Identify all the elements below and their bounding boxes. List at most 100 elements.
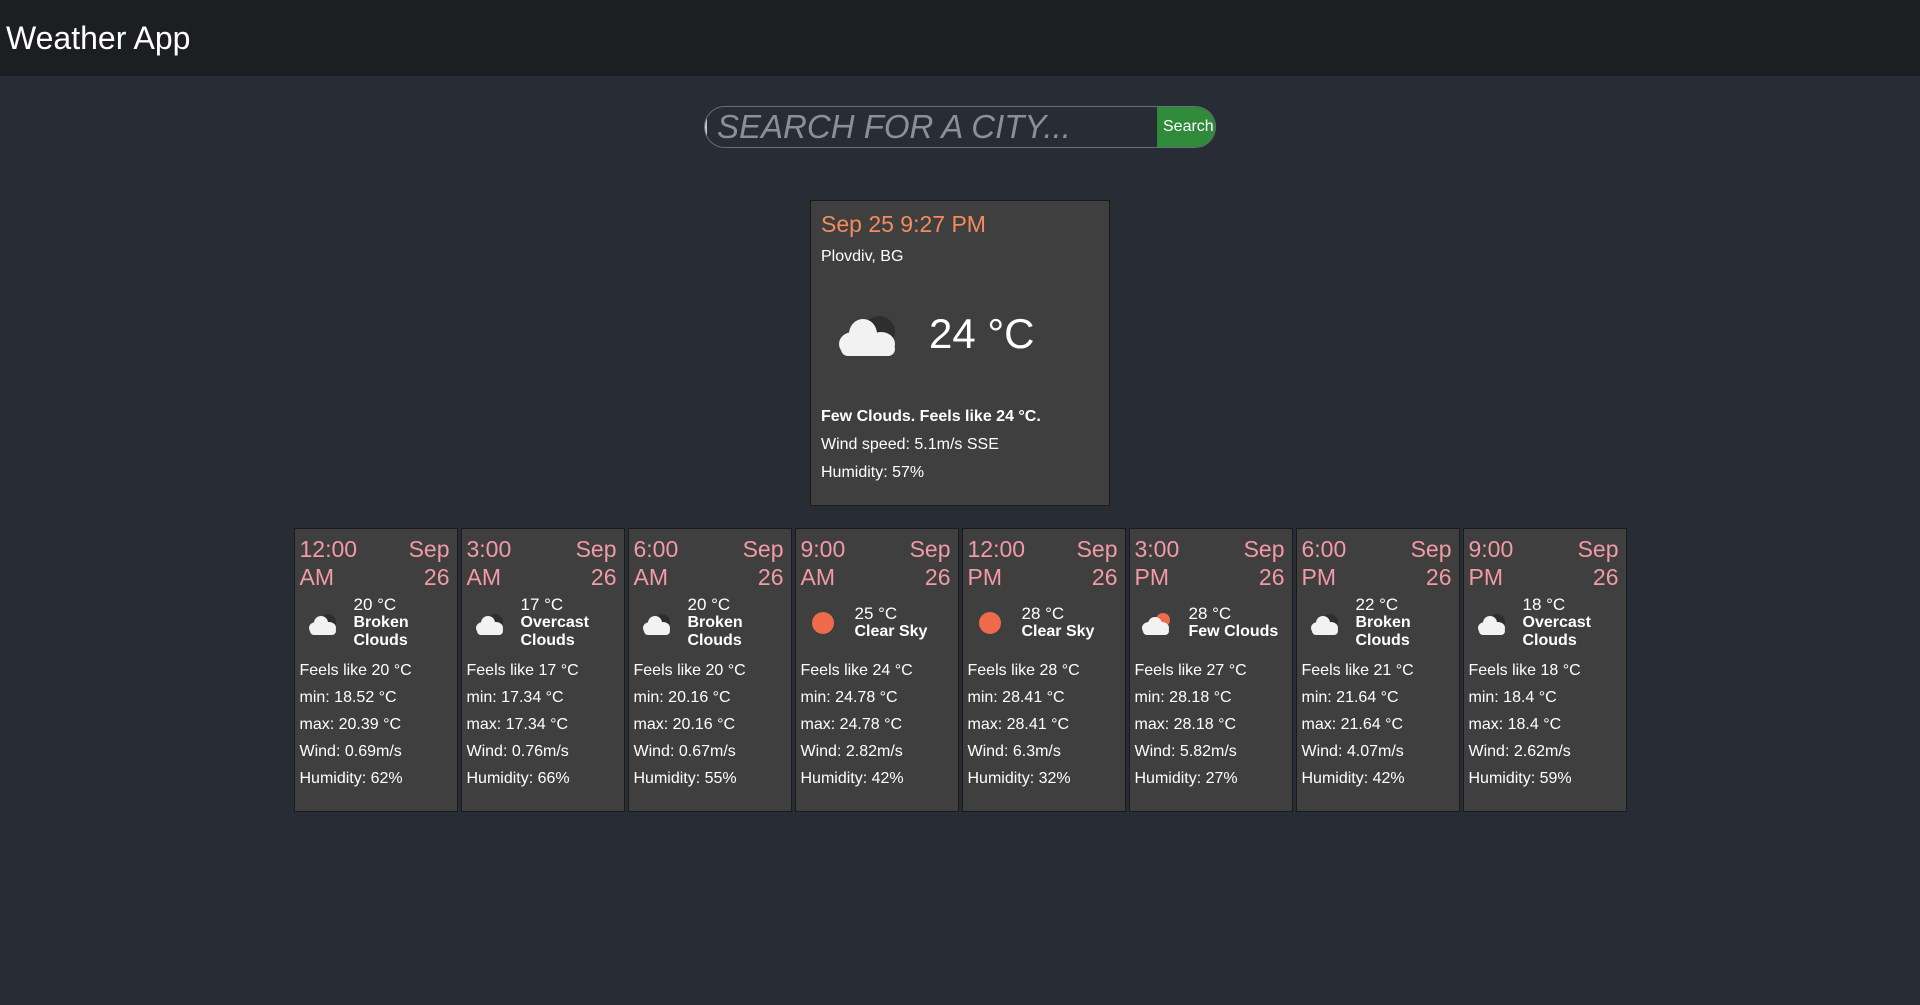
forecast-time: 9:00 AM — [800, 536, 846, 590]
forecast-date: Sep 26 — [742, 536, 784, 590]
cloud-icon — [300, 603, 344, 643]
forecast-temperature: 22 °C — [1355, 595, 1399, 614]
forecast-card: 3:00 PM Sep 26 28 °C Few Clouds Feels li… — [1128, 528, 1293, 812]
forecast-card-header: 9:00 PM Sep 26 — [1469, 535, 1621, 591]
cloud-icon — [1469, 603, 1513, 643]
forecast-card: 6:00 AM Sep 26 20 °C Broken Clouds Feels… — [627, 528, 792, 812]
forecast-min: min: 18.4 °C — [1468, 689, 1557, 706]
forecast-date: Sep 26 — [1076, 536, 1118, 590]
current-summary: Few Clouds. Feels like 24 °C. — [821, 408, 1041, 425]
search-bar: Search — [704, 106, 1216, 148]
forecast-humidity: Humidity: 59% — [1468, 770, 1572, 787]
forecast-description: Clear Sky — [1021, 623, 1095, 640]
forecast-time: 6:00 AM — [633, 536, 679, 590]
forecast-max: max: 20.16 °C — [633, 716, 736, 733]
forecast-min: min: 20.16 °C — [633, 689, 731, 706]
forecast-card: 9:00 PM Sep 26 18 °C Overcast Clouds Fee… — [1462, 528, 1627, 812]
forecast-temperature: 25 °C — [854, 604, 898, 623]
forecast-time: 12:00 AM — [299, 536, 358, 590]
forecast-min: min: 28.41 °C — [967, 689, 1065, 706]
forecast-summary: 17 °C Overcast Clouds — [467, 593, 619, 653]
forecast-card-header: 6:00 PM Sep 26 — [1302, 535, 1454, 591]
forecast-min: min: 24.78 °C — [800, 689, 898, 706]
forecast-card-header: 3:00 PM Sep 26 — [1135, 535, 1287, 591]
forecast-temperature: 28 °C — [1188, 604, 1232, 623]
cloud-icon — [467, 603, 511, 643]
forecast-date: Sep 26 — [575, 536, 617, 590]
forecast-feels-like: Feels like 17 °C — [466, 662, 579, 679]
forecast-summary: 20 °C Broken Clouds — [300, 593, 452, 653]
forecast-time: 12:00 PM — [967, 536, 1026, 590]
forecast-max: max: 21.64 °C — [1301, 716, 1404, 733]
current-location: Plovdiv, BG — [821, 248, 904, 265]
forecast-humidity: Humidity: 66% — [466, 770, 570, 787]
forecast-card-header: 9:00 AM Sep 26 — [801, 535, 953, 591]
forecast-humidity: Humidity: 42% — [800, 770, 904, 787]
forecast-feels-like: Feels like 21 °C — [1301, 662, 1414, 679]
forecast-time: 3:00 AM — [466, 536, 512, 590]
current-temperature: 24 °C — [929, 310, 1035, 357]
forecast-humidity: Humidity: 27% — [1134, 770, 1238, 787]
cloud-icon — [1302, 603, 1346, 643]
forecast-summary: 28 °C Clear Sky — [968, 593, 1120, 653]
search-input[interactable] — [705, 107, 1157, 147]
forecast-time: 3:00 PM — [1134, 536, 1180, 590]
forecast-temperature: 18 °C — [1522, 595, 1566, 614]
sun-cloud-icon — [1135, 603, 1179, 643]
cloud-icon — [634, 603, 678, 643]
forecast-card-header: 6:00 AM Sep 26 — [634, 535, 786, 591]
forecast-description: Overcast Clouds — [1522, 614, 1592, 649]
forecast-temperature: 28 °C — [1021, 604, 1065, 623]
forecast-max: max: 18.4 °C — [1468, 716, 1562, 733]
forecast-card-header: 12:00 PM Sep 26 — [968, 535, 1120, 591]
forecast-max: max: 17.34 °C — [466, 716, 569, 733]
forecast-card: 3:00 AM Sep 26 17 °C Overcast Clouds Fee… — [460, 528, 625, 812]
forecast-list: 12:00 AM Sep 26 20 °C Broken Clouds Feel… — [0, 528, 1920, 812]
forecast-date: Sep 26 — [1243, 536, 1285, 590]
forecast-description: Overcast Clouds — [520, 614, 590, 649]
current-wind: Wind speed: 5.1m/s SSE — [821, 436, 999, 453]
forecast-humidity: Humidity: 42% — [1301, 770, 1405, 787]
forecast-temperature: 20 °C — [687, 595, 731, 614]
current-humidity: Humidity: 57% — [821, 464, 925, 481]
sun-icon — [968, 603, 1012, 643]
forecast-feels-like: Feels like 24 °C — [800, 662, 913, 679]
forecast-feels-like: Feels like 18 °C — [1468, 662, 1581, 679]
current-datetime: Sep 25 9:27 PM — [821, 211, 986, 237]
forecast-summary: 25 °C Clear Sky — [801, 593, 953, 653]
forecast-min: min: 18.52 °C — [299, 689, 397, 706]
forecast-min: min: 17.34 °C — [466, 689, 564, 706]
app-title: Weather App — [6, 19, 191, 56]
forecast-wind: Wind: 4.07m/s — [1301, 743, 1404, 760]
forecast-card: 12:00 PM Sep 26 28 °C Clear Sky Feels li… — [961, 528, 1126, 812]
sun-icon — [801, 603, 845, 643]
search-button[interactable]: Search — [1157, 107, 1215, 147]
forecast-wind: Wind: 0.69m/s — [299, 743, 402, 760]
forecast-max: max: 28.41 °C — [967, 716, 1070, 733]
forecast-card: 12:00 AM Sep 26 20 °C Broken Clouds Feel… — [293, 528, 458, 812]
forecast-card: 6:00 PM Sep 26 22 °C Broken Clouds Feels… — [1295, 528, 1460, 812]
forecast-humidity: Humidity: 55% — [633, 770, 737, 787]
forecast-temperature: 17 °C — [520, 595, 564, 614]
forecast-description: Clear Sky — [854, 623, 928, 640]
forecast-time: 6:00 PM — [1301, 536, 1347, 590]
forecast-description: Broken Clouds — [1355, 614, 1411, 649]
forecast-feels-like: Feels like 20 °C — [633, 662, 746, 679]
navbar: Weather App — [0, 0, 1920, 76]
forecast-wind: Wind: 5.82m/s — [1134, 743, 1237, 760]
current-weather-card: Sep 25 9:27 PM Plovdiv, BG 24 °C Few Clo… — [810, 200, 1110, 506]
cloud-icon — [821, 302, 907, 367]
forecast-max: max: 28.18 °C — [1134, 716, 1237, 733]
forecast-wind: Wind: 6.3m/s — [967, 743, 1061, 760]
forecast-max: max: 24.78 °C — [800, 716, 903, 733]
forecast-summary: 18 °C Overcast Clouds — [1469, 593, 1621, 653]
forecast-wind: Wind: 0.76m/s — [466, 743, 569, 760]
forecast-max: max: 20.39 °C — [299, 716, 402, 733]
forecast-humidity: Humidity: 62% — [299, 770, 403, 787]
forecast-wind: Wind: 2.62m/s — [1468, 743, 1571, 760]
forecast-date: Sep 26 — [1577, 536, 1619, 590]
forecast-time: 9:00 PM — [1468, 536, 1514, 590]
forecast-feels-like: Feels like 27 °C — [1134, 662, 1247, 679]
forecast-summary: 22 °C Broken Clouds — [1302, 593, 1454, 653]
forecast-feels-like: Feels like 28 °C — [967, 662, 1080, 679]
